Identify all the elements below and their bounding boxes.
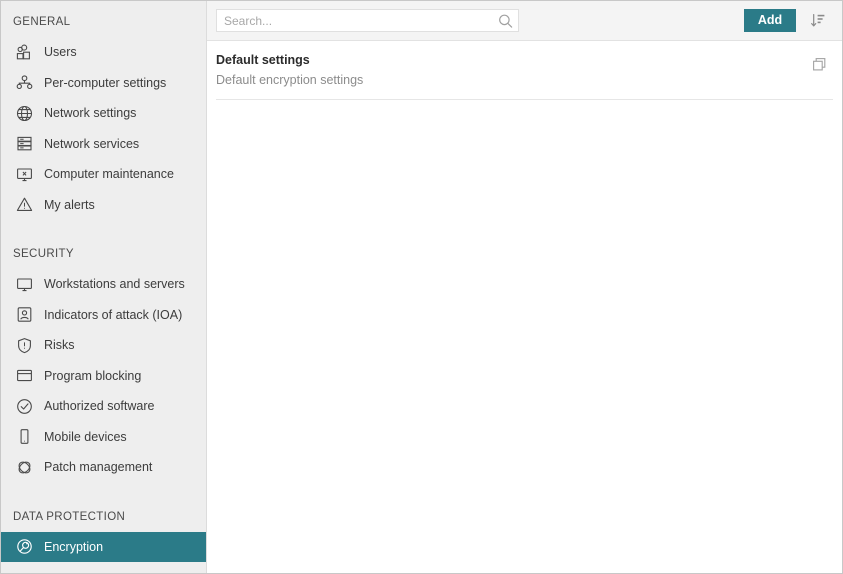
sidebar-item-label: Workstations and servers bbox=[44, 277, 185, 291]
sort-descending-icon[interactable] bbox=[803, 6, 833, 36]
sidebar-item-label: Users bbox=[44, 45, 77, 59]
sidebar-item-label: Computer maintenance bbox=[44, 167, 174, 181]
users-icon bbox=[13, 41, 35, 63]
window-icon bbox=[13, 365, 35, 387]
person-badge-icon bbox=[13, 304, 35, 326]
sidebar-section-security-items: Workstations and servers Indicators of a… bbox=[1, 269, 206, 483]
server-icon bbox=[13, 133, 35, 155]
table-row[interactable]: Default settings Default encryption sett… bbox=[216, 41, 833, 101]
sidebar-item-per-computer-settings[interactable]: Per-computer settings bbox=[1, 68, 206, 99]
encryption-disc-icon bbox=[13, 536, 35, 558]
sidebar-section-data-protection-items: Encryption bbox=[1, 531, 206, 562]
search-input[interactable] bbox=[216, 9, 519, 32]
sidebar-item-network-settings[interactable]: Network settings bbox=[1, 98, 206, 129]
toolbar: Add bbox=[207, 1, 842, 41]
sidebar-item-label: Encryption bbox=[44, 539, 104, 554]
sidebar-section-security-title: SECURITY bbox=[13, 248, 74, 260]
sidebar-section-general-title: GENERAL bbox=[13, 16, 71, 28]
sidebar-item-my-alerts[interactable]: My alerts bbox=[1, 190, 206, 221]
sidebar-item-mobile-devices[interactable]: Mobile devices bbox=[1, 422, 206, 453]
sidebar-item-workstations-and-servers[interactable]: Workstations and servers bbox=[1, 269, 206, 300]
sidebar-item-label: Per-computer settings bbox=[44, 75, 167, 90]
main-panel: Add Default settings Default encryption … bbox=[207, 1, 842, 573]
sidebar-item-patch-management[interactable]: Patch management bbox=[1, 452, 206, 483]
sidebar-item-users[interactable]: Users bbox=[1, 37, 206, 68]
search-field bbox=[216, 9, 519, 32]
sidebar-item-label: Authorized software bbox=[44, 399, 155, 413]
add-button[interactable]: Add bbox=[744, 9, 796, 32]
sidebar-item-label: My alerts bbox=[44, 197, 95, 212]
mobile-device-icon bbox=[13, 426, 35, 448]
copy-icon[interactable] bbox=[808, 53, 830, 75]
sidebar-item-label: Program blocking bbox=[44, 368, 142, 383]
sidebar-item-risks[interactable]: Risks bbox=[1, 330, 206, 361]
application-window: GENERAL Users Per-computer settings Netw… bbox=[0, 0, 843, 574]
sidebar-section-general-items: Users Per-computer settings Network sett… bbox=[1, 37, 206, 220]
sidebar-item-computer-maintenance[interactable]: Computer maintenance bbox=[1, 159, 206, 190]
shield-alert-icon bbox=[13, 334, 35, 356]
settings-list: Default settings Default encryption sett… bbox=[207, 41, 842, 573]
warning-triangle-icon bbox=[13, 194, 35, 216]
sidebar-item-program-blocking[interactable]: Program blocking bbox=[1, 361, 206, 392]
sidebar-item-label: Network services bbox=[44, 136, 140, 151]
sidebar-item-label: Mobile devices bbox=[44, 429, 127, 444]
check-circle-icon bbox=[13, 395, 35, 417]
list-item-text: Default settings Default encryption sett… bbox=[216, 53, 808, 88]
sidebar-item-authorized-software[interactable]: Authorized software bbox=[1, 391, 206, 422]
monitor-maintenance-icon bbox=[13, 163, 35, 185]
sidebar-item-label: Patch management bbox=[44, 460, 153, 474]
per-computer-settings-icon bbox=[13, 72, 35, 94]
patch-links-icon bbox=[13, 456, 35, 478]
sidebar: GENERAL Users Per-computer settings Netw… bbox=[1, 1, 207, 573]
sidebar-section-data-protection-title: DATA PROTECTION bbox=[13, 510, 126, 523]
globe-icon bbox=[13, 102, 35, 124]
list-item-title: Default settings bbox=[216, 53, 310, 67]
sidebar-item-network-services[interactable]: Network services bbox=[1, 129, 206, 160]
monitor-icon bbox=[13, 273, 35, 295]
sidebar-item-label: Risks bbox=[44, 338, 75, 352]
list-item-subtitle: Default encryption settings bbox=[216, 72, 364, 87]
sidebar-item-label: Network settings bbox=[44, 106, 137, 120]
sidebar-item-encryption[interactable]: Encryption bbox=[1, 531, 206, 562]
sidebar-item-indicators-of-attack[interactable]: Indicators of attack (IOA) bbox=[1, 300, 206, 331]
sidebar-item-label: Indicators of attack (IOA) bbox=[44, 307, 183, 322]
